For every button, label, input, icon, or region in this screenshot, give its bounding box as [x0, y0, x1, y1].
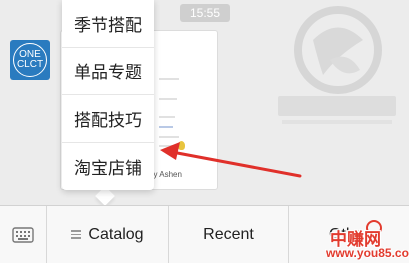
card-text-line [159, 136, 179, 138]
avatar-ring: ONE CLCT [13, 43, 47, 77]
card-text-line [159, 116, 175, 118]
card-text-line [159, 98, 177, 100]
card-link-line [159, 126, 173, 128]
site-watermark-url: www.you85.com [326, 246, 409, 260]
menu-item-single-item[interactable]: 单品专题 [62, 48, 154, 95]
avatar-text-line2: CLCT [16, 59, 44, 70]
card-text-line [159, 145, 177, 147]
menu-icon [71, 228, 82, 241]
timestamp: 15:55 [180, 4, 230, 22]
keyboard-toggle-button[interactable] [0, 206, 47, 263]
tab-catalog-label: Catalog [88, 225, 144, 243]
menu-item-seasonal[interactable]: 季节搭配 [62, 0, 154, 48]
tab-catalog[interactable]: Catalog [47, 206, 169, 263]
menu-item-tips[interactable]: 搭配技巧 [62, 95, 154, 143]
brand-watermark-logo [278, 6, 396, 124]
avatar[interactable]: ONE CLCT [10, 40, 50, 80]
lightbulb-icon [178, 141, 185, 150]
tab-recent[interactable]: Recent [169, 206, 289, 263]
chat-screen: 15:55 ONE CLCT ——by Ashen 季节搭配 单品专题 搭配技巧… [0, 0, 409, 263]
tab-recent-label: Recent [203, 225, 254, 243]
keyboard-icon [12, 226, 34, 243]
popup-menu: 季节搭配 单品专题 搭配技巧 淘宝店铺 [62, 0, 154, 190]
menu-item-taobao-store[interactable]: 淘宝店铺 [62, 143, 154, 191]
card-text-line [159, 78, 179, 80]
